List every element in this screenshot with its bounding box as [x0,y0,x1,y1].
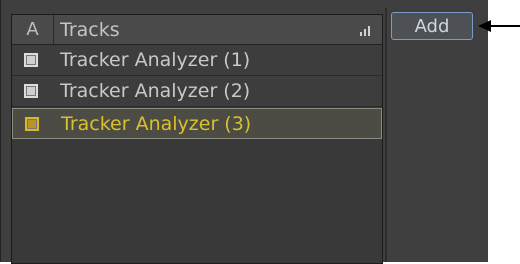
tracks-panel: A Tracks Tracker Analyzer (1) Tracker An… [0,0,488,264]
panel-divider [385,8,387,262]
track-row[interactable]: Tracker Analyzer (1) [12,45,382,76]
track-row-selected[interactable]: Tracker Analyzer (3) [12,108,382,139]
track-label: Tracker Analyzer (2) [60,79,251,102]
track-row[interactable]: Tracker Analyzer (2) [12,76,382,107]
track-label: Tracker Analyzer (1) [60,48,251,71]
add-button[interactable]: Add [391,12,473,40]
track-checkbox[interactable] [24,53,38,67]
track-checkbox[interactable] [25,117,39,131]
callout-arrow-icon [478,20,520,32]
track-checkbox[interactable] [24,84,38,98]
column-a-header[interactable]: A [12,15,54,44]
tracks-list-header: A Tracks [12,15,382,45]
column-tracks-header[interactable]: Tracks [60,15,120,44]
tracks-list: A Tracks Tracker Analyzer (1) Tracker An… [11,14,383,264]
track-label: Tracker Analyzer (3) [61,112,252,135]
sort-bars-icon[interactable] [360,26,372,36]
